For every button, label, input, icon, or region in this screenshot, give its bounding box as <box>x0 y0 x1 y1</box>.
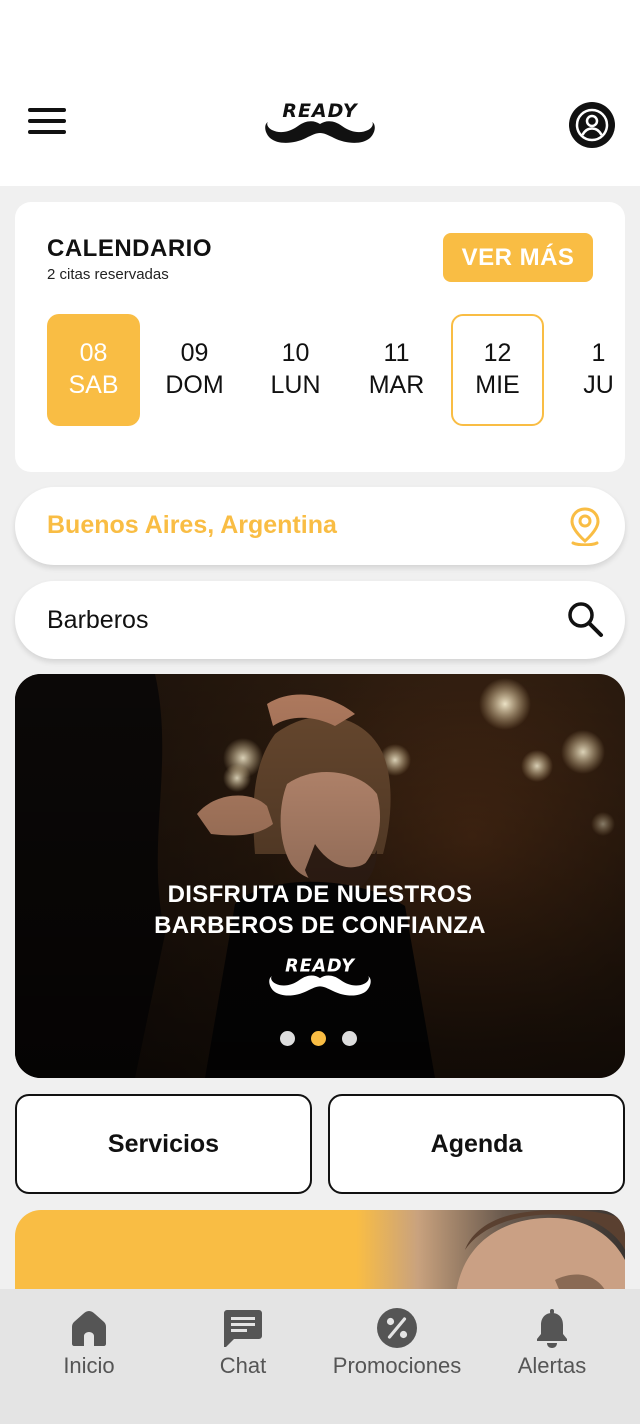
search-icon[interactable] <box>565 599 605 639</box>
banner-logo: READY <box>269 957 371 996</box>
bottom-navigation: Inicio Chat Promociones Alertas <box>0 1289 640 1424</box>
chat-icon <box>224 1310 262 1347</box>
nav-label: Promociones <box>332 1353 462 1378</box>
day-name: MIE <box>475 371 520 399</box>
nav-item-alertas[interactable]: Alertas <box>506 1307 598 1397</box>
home-icon <box>72 1311 106 1346</box>
calendar-card: CALENDARIO 2 citas reservadas VER MÁS 08… <box>15 202 625 472</box>
menu-line <box>28 119 66 123</box>
calendar-day[interactable]: 10 LUN <box>249 314 342 426</box>
map-pin-icon <box>570 507 600 546</box>
calendar-day[interactable]: 09 DOM <box>148 314 241 426</box>
search-bar <box>15 581 625 659</box>
banner-title: DISFRUTA DE NUESTROS BARBEROS DE CONFIAN… <box>15 879 625 941</box>
banner-logo-text: READY <box>285 957 356 977</box>
location-selector[interactable]: Buenos Aires, Argentina <box>15 487 625 565</box>
day-name: MAR <box>368 371 425 399</box>
top-bar: READY <box>0 0 640 186</box>
day-name: SAB <box>68 371 119 399</box>
bell-icon <box>537 1309 567 1348</box>
day-number: 09 <box>180 339 209 367</box>
nav-item-chat[interactable]: Chat <box>202 1307 284 1397</box>
calendar-title: CALENDARIO <box>47 235 212 262</box>
calendar-day[interactable]: 11 MAR <box>350 314 443 426</box>
day-number: 10 <box>281 339 310 367</box>
percent-icon <box>377 1308 417 1348</box>
day-name: JU <box>583 371 614 399</box>
carousel-dots <box>280 1031 360 1047</box>
menu-line <box>28 108 66 112</box>
day-number: 11 <box>383 339 410 367</box>
location-value: Buenos Aires, Argentina <box>47 511 337 539</box>
services-button[interactable]: Servicios <box>15 1094 312 1194</box>
carousel-dot[interactable] <box>280 1031 295 1046</box>
search-input[interactable] <box>47 599 527 641</box>
banner-title-line: DISFRUTA DE NUESTROS <box>167 881 473 908</box>
profile-button[interactable] <box>568 101 616 149</box>
calendar-day[interactable]: 12 MIE <box>451 314 544 426</box>
day-number: 08 <box>79 339 108 367</box>
mustache-shape <box>265 121 375 143</box>
calendar-day[interactable]: 1 JU <box>552 314 625 426</box>
day-number: 1 <box>591 339 606 367</box>
carousel-dot-active[interactable] <box>311 1031 326 1046</box>
calendar-day[interactable]: 08 SAB <box>47 314 140 426</box>
see-more-button[interactable]: VER MÁS <box>443 233 593 282</box>
nav-label: Chat <box>219 1353 267 1378</box>
nav-item-inicio[interactable]: Inicio <box>48 1307 130 1397</box>
logo-text: READY <box>282 100 359 122</box>
nav-label: Alertas <box>517 1353 587 1378</box>
nav-label: Inicio <box>63 1353 115 1378</box>
day-number: 12 <box>483 339 512 367</box>
calendar-subtitle: 2 citas reservadas <box>47 266 169 283</box>
agenda-button[interactable]: Agenda <box>328 1094 625 1194</box>
day-name: DOM <box>165 371 224 399</box>
banner-photo <box>15 674 625 1078</box>
promo-banner[interactable]: DISFRUTA DE NUESTROS BARBEROS DE CONFIAN… <box>15 674 625 1078</box>
calendar-day-strip: 08 SAB 09 DOM 10 LUN 11 MAR 12 MIE 1 JU <box>47 314 625 426</box>
menu-button[interactable] <box>28 108 68 138</box>
banner-title-line: BARBEROS DE CONFIANZA <box>154 912 486 939</box>
banner-mustache-shape <box>269 975 371 996</box>
day-name: LUN <box>270 371 321 399</box>
carousel-dot[interactable] <box>342 1031 357 1046</box>
nav-item-promociones[interactable]: Promociones <box>320 1307 474 1397</box>
menu-line <box>28 130 66 134</box>
ready-logo: READY <box>265 100 375 143</box>
